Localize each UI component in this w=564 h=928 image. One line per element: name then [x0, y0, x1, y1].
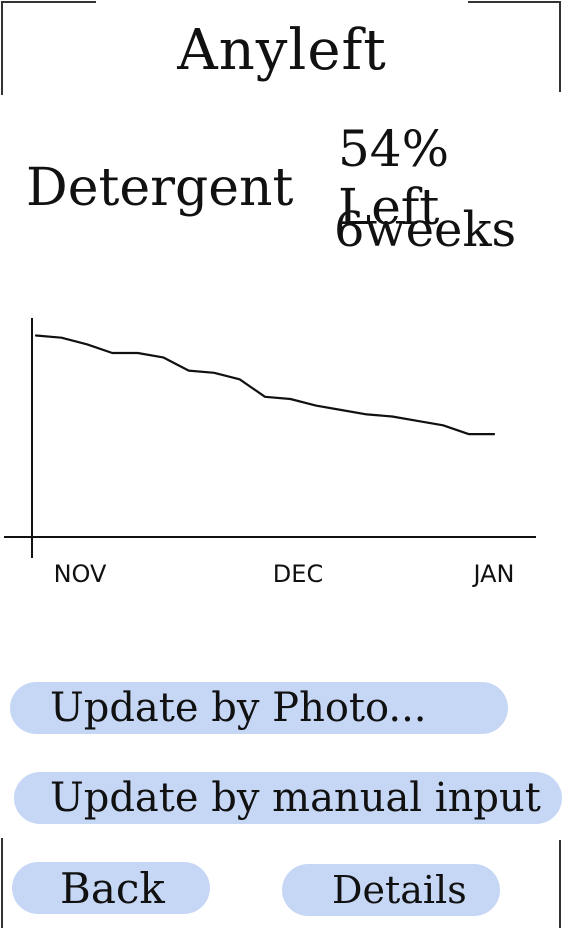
usage-chart: NOV DEC JAN: [0, 300, 564, 600]
update-by-photo-label: Update by Photo...: [50, 685, 427, 731]
details-label: Details: [332, 868, 467, 912]
x-tick-label-dec: DEC: [273, 560, 323, 588]
usage-chart-svg: NOV DEC JAN: [4, 318, 536, 588]
back-button[interactable]: Back: [12, 862, 210, 914]
series-line: [34, 334, 496, 436]
details-button[interactable]: Details: [282, 864, 500, 916]
x-tick-label-nov: NOV: [54, 560, 107, 588]
update-by-photo-button[interactable]: Update by Photo...: [10, 682, 508, 734]
update-by-manual-input-label: Update by manual input: [50, 775, 541, 821]
product-name: Detergent: [26, 158, 294, 218]
remaining-duration: 6weeks: [334, 202, 517, 258]
x-tick-label-jan: JAN: [471, 560, 514, 588]
back-label: Back: [60, 863, 165, 913]
update-by-manual-input-button[interactable]: Update by manual input: [14, 772, 562, 824]
app-title: Anyleft: [177, 18, 387, 83]
